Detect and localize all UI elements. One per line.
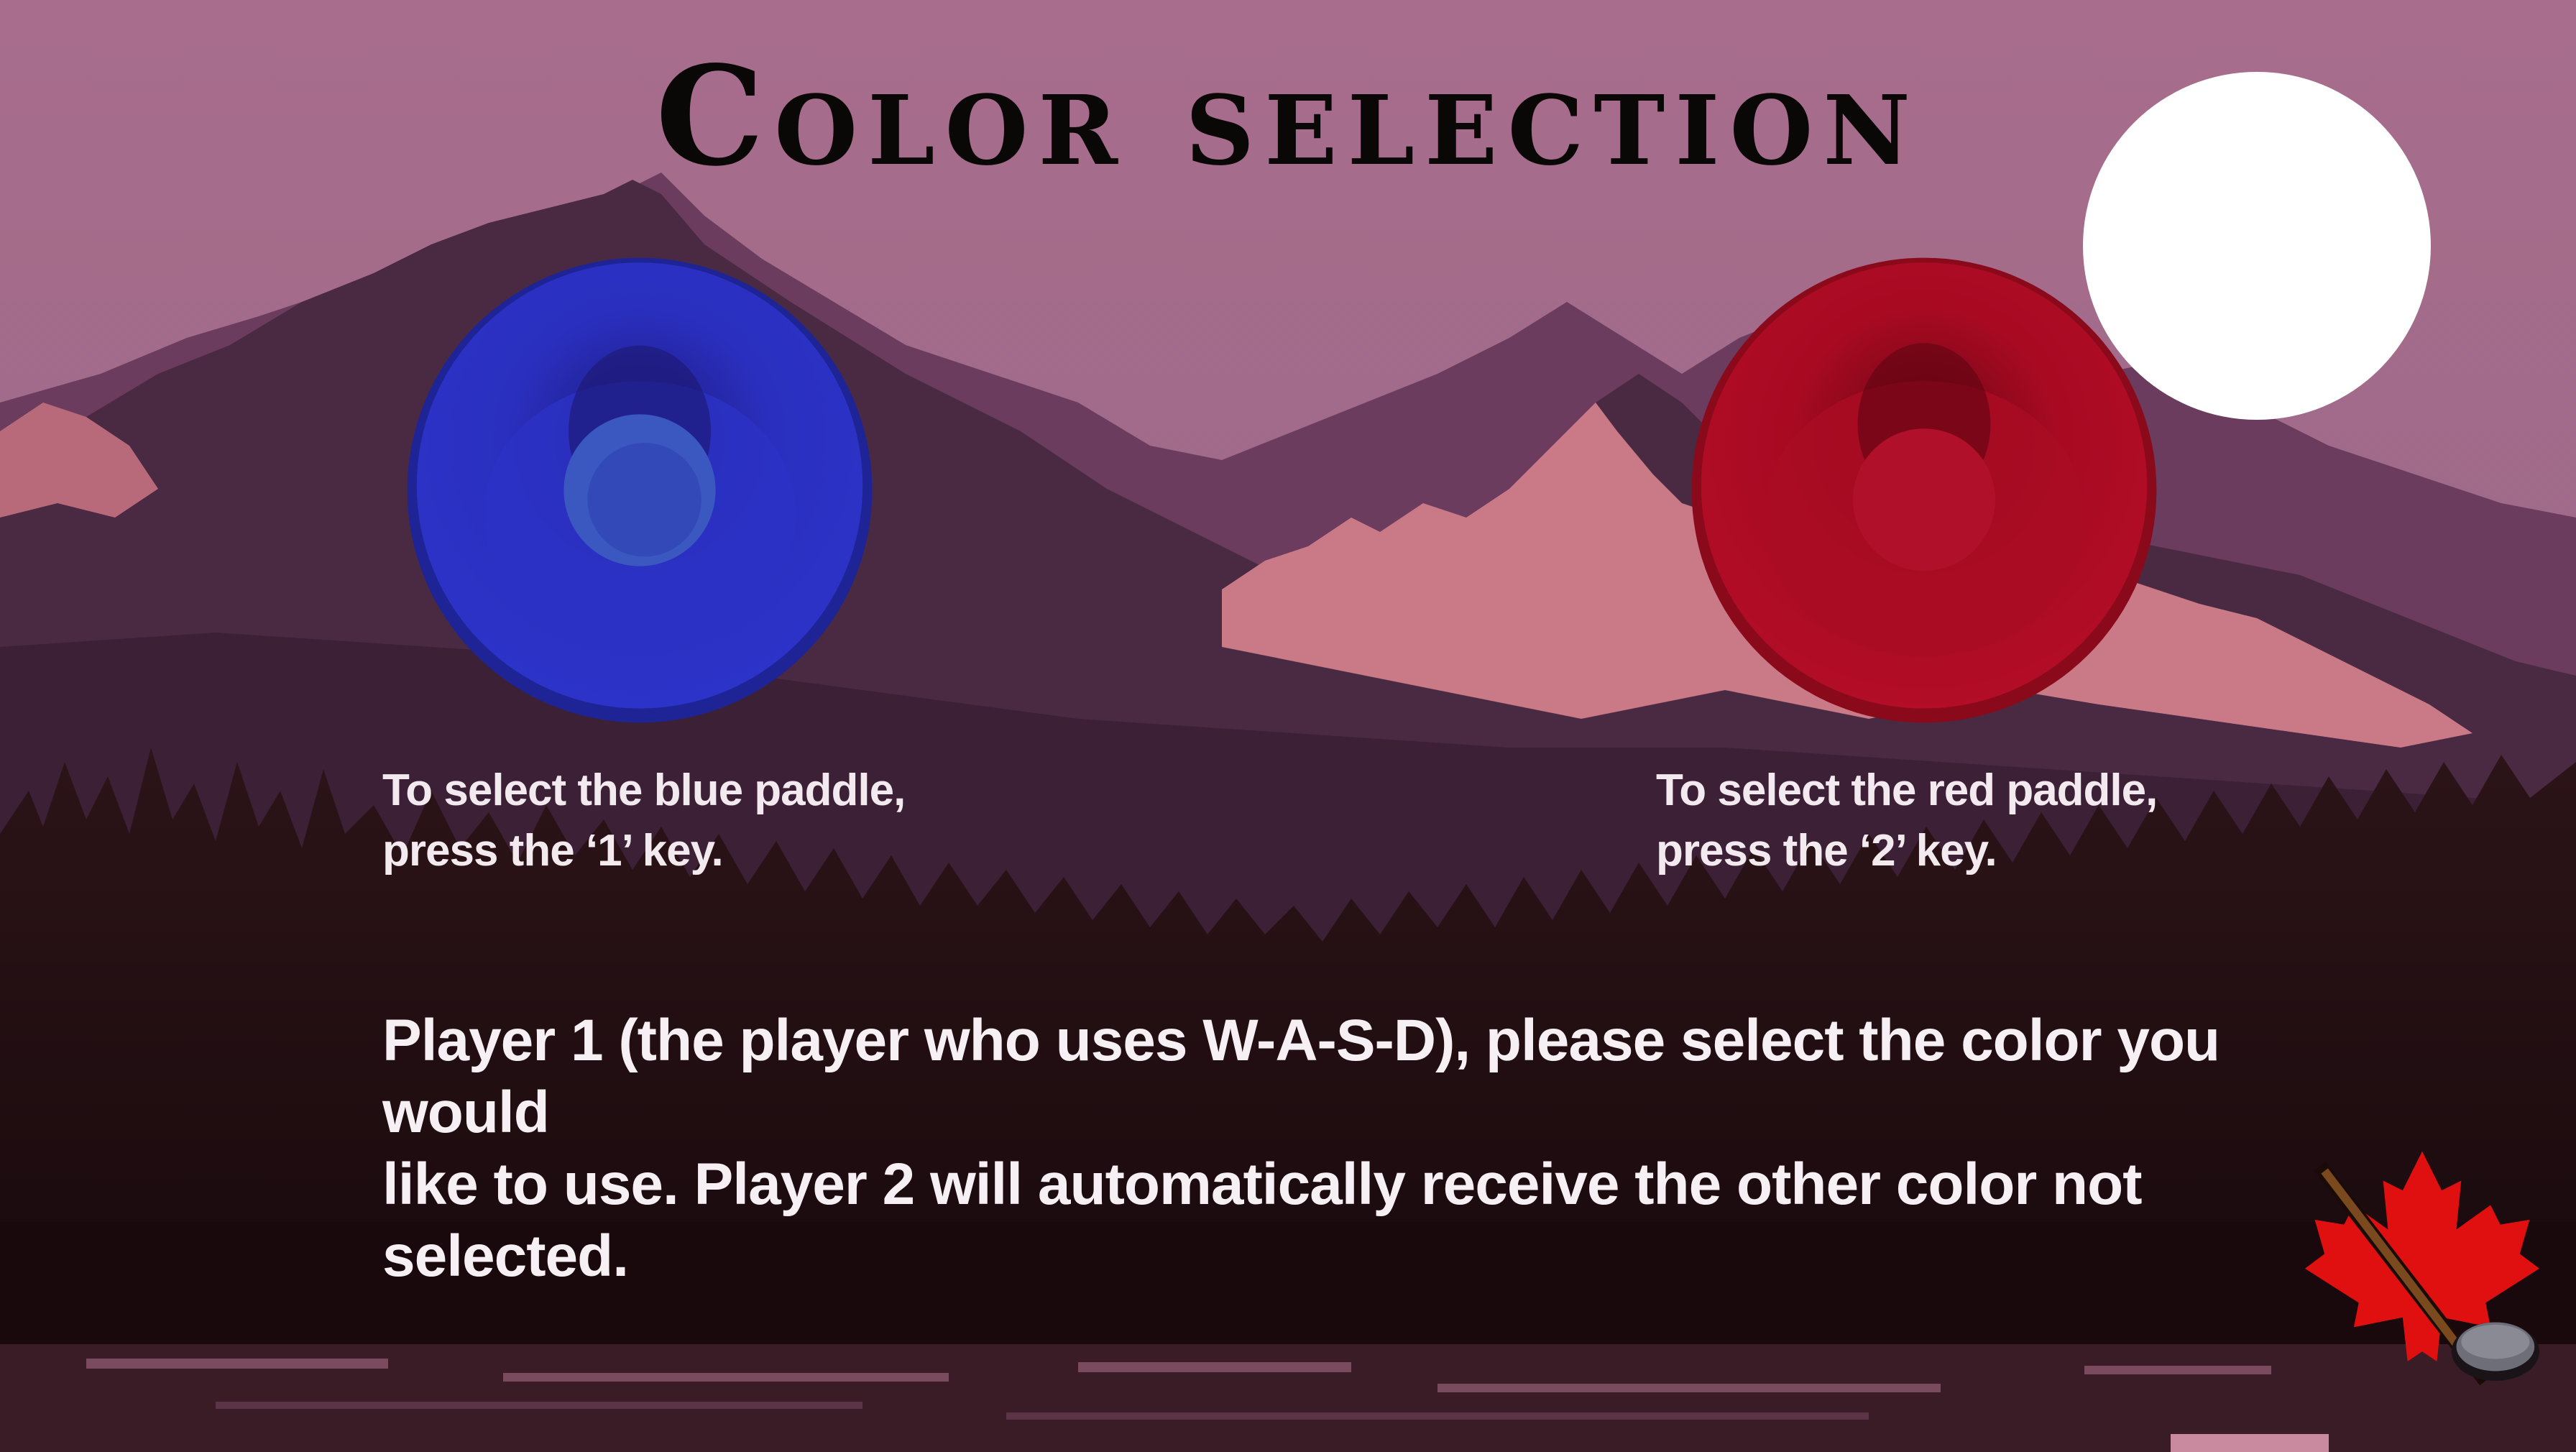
blue-paddle-caption: To select the blue paddle, press the ‘1’… <box>382 761 906 881</box>
instruction-line1: Player 1 (the player who uses W-A-S-D), … <box>382 1008 2220 1145</box>
red-caption-line2: press the ‘2’ key. <box>1656 826 1997 876</box>
red-caption-line1: To select the red paddle, <box>1656 766 2158 815</box>
red-paddle-option[interactable] <box>1687 253 2161 727</box>
player-instruction: Player 1 (the player who uses W-A-S-D), … <box>382 1005 2251 1292</box>
maple-leaf-hockey-stick-puck-icon <box>2304 1151 2540 1386</box>
blue-caption-line1: To select the blue paddle, <box>382 766 906 815</box>
blue-caption-line2: press the ‘1’ key. <box>382 826 724 876</box>
lake-reflection <box>0 1344 2576 1452</box>
red-paddle-caption: To select the red paddle, press the ‘2’ … <box>1656 761 2158 881</box>
instruction-line2: like to use. Player 2 will automatically… <box>382 1152 2143 1289</box>
screen-title: Color selection <box>656 36 1920 196</box>
blue-paddle-option[interactable] <box>402 253 877 727</box>
game-screen: Color selection To select the blue paddl… <box>0 0 2576 1452</box>
